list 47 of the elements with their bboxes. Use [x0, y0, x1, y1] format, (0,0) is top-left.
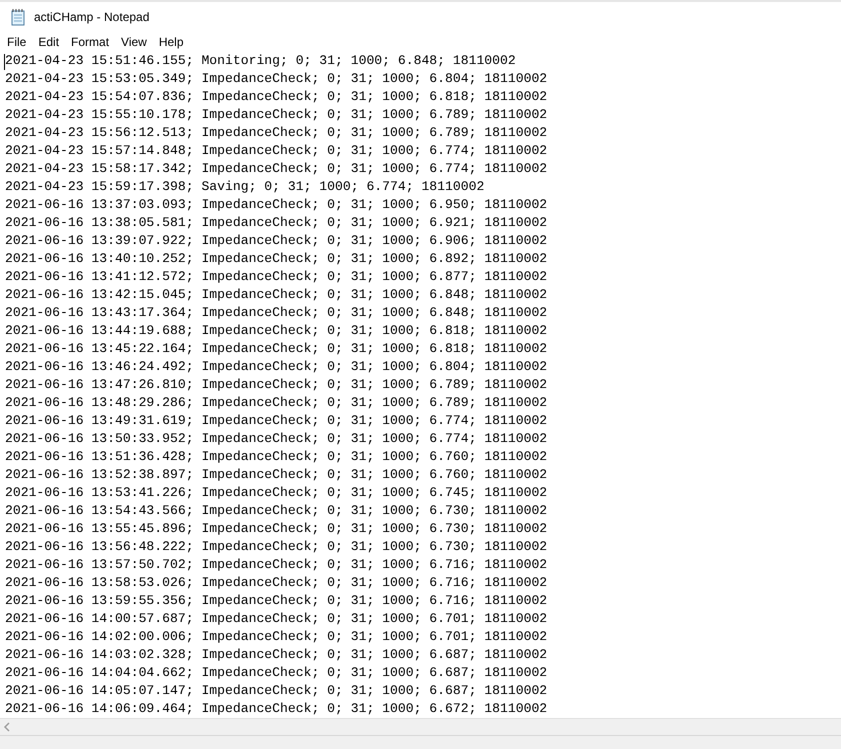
menu-item[interactable]: Help: [152, 33, 190, 51]
text-line: 2021-06-16 13:48:29.286; ImpedanceCheck; 0; 31; 1000; 6.789; 18110002: [5, 394, 548, 412]
text-line: 2021-06-16 13:43:17.364; ImpedanceCheck; 0; 31; 1000; 6.848; 18110002: [5, 304, 548, 322]
text-line: 2021-06-16 14:05:07.147; ImpedanceCheck; 0; 31; 1000; 6.687; 18110002: [5, 682, 548, 700]
text-line: 2021-06-16 13:44:19.688; ImpedanceCheck; 0; 31; 1000; 6.818; 18110002: [5, 322, 548, 340]
text-line: 2021-06-16 13:52:38.897; ImpedanceCheck; 0; 31; 1000; 6.760; 18110002: [5, 466, 548, 484]
text-line: 2021-04-23 15:56:12.513; ImpedanceCheck; 0; 31; 1000; 6.789; 18110002: [5, 124, 548, 142]
notepad-icon: [10, 8, 26, 26]
text-line: 2021-06-16 13:42:15.045; ImpedanceCheck; 0; 31; 1000; 6.848; 18110002: [5, 286, 548, 304]
text-line: 2021-06-16 13:37:03.093; ImpedanceCheck; 0; 31; 1000; 6.950; 18110002: [5, 196, 548, 214]
text-line: 2021-06-16 13:59:55.356; ImpedanceCheck; 0; 31; 1000; 6.716; 18110002: [5, 592, 548, 610]
text-line: 2021-06-16 13:58:53.026; ImpedanceCheck; 0; 31; 1000; 6.716; 18110002: [5, 574, 548, 592]
text-line: 2021-06-16 14:00:57.687; ImpedanceCheck; 0; 31; 1000; 6.701; 18110002: [5, 610, 548, 628]
text-line: 2021-06-16 13:51:36.428; ImpedanceCheck; 0; 31; 1000; 6.760; 18110002: [5, 448, 548, 466]
horizontal-scrollbar[interactable]: [0, 718, 841, 735]
text-line: 2021-06-16 13:57:50.702; ImpedanceCheck; 0; 31; 1000; 6.716; 18110002: [5, 556, 548, 574]
text-line: 2021-04-23 15:58:17.342; ImpedanceCheck; 0; 31; 1000; 6.774; 18110002: [5, 160, 548, 178]
text-line: 2021-06-16 13:54:43.566; ImpedanceCheck; 0; 31; 1000; 6.730; 18110002: [5, 502, 548, 520]
text-line: 2021-06-16 13:50:33.952; ImpedanceCheck; 0; 31; 1000; 6.774; 18110002: [5, 430, 548, 448]
text-line: 2021-04-23 15:53:05.349; ImpedanceCheck; 0; 31; 1000; 6.804; 18110002: [5, 70, 548, 88]
menu-item[interactable]: File: [1, 33, 32, 51]
text-line: 2021-06-16 13:55:45.896; ImpedanceCheck; 0; 31; 1000; 6.730; 18110002: [5, 520, 548, 538]
text-line: 2021-06-16 13:40:10.252; ImpedanceCheck; 0; 31; 1000; 6.892; 18110002: [5, 250, 548, 268]
text-line: 2021-06-16 13:39:07.922; ImpedanceCheck; 0; 31; 1000; 6.906; 18110002: [5, 232, 548, 250]
menu-item[interactable]: Format: [65, 33, 116, 51]
text-line: 2021-06-16 13:49:31.619; ImpedanceCheck; 0; 31; 1000; 6.774; 18110002: [5, 412, 548, 430]
text-line: 2021-06-16 13:38:05.581; ImpedanceCheck; 0; 31; 1000; 6.921; 18110002: [5, 214, 548, 232]
text-line: 2021-04-23 15:51:46.155; Monitoring; 0; 31; 1000; 6.848; 18110002: [5, 52, 516, 70]
text-line: 2021-06-16 14:04:04.662; ImpedanceCheck; 0; 31; 1000; 6.687; 18110002: [5, 664, 548, 682]
text-line: 2021-04-23 15:59:17.398; Saving; 0; 31; 1000; 6.774; 18110002: [5, 178, 484, 196]
text-line: 2021-06-16 14:03:02.328; ImpedanceCheck; 0; 31; 1000; 6.687; 18110002: [5, 646, 548, 664]
text-line: 2021-06-16 13:45:22.164; ImpedanceCheck; 0; 31; 1000; 6.818; 18110002: [5, 340, 548, 358]
text-line: 2021-06-16 13:53:41.226; ImpedanceCheck; 0; 31; 1000; 6.745; 18110002: [5, 484, 548, 502]
window-title: actiCHamp - Notepad: [34, 9, 150, 26]
text-cursor: [4, 54, 5, 70]
text-line: 2021-06-16 13:46:24.492; ImpedanceCheck; 0; 31; 1000; 6.804; 18110002: [5, 358, 548, 376]
text-line: 2021-06-16 14:06:09.464; ImpedanceCheck; 0; 31; 1000; 6.672; 18110002: [5, 700, 548, 718]
scroll-left-icon[interactable]: [3, 722, 11, 732]
text-line: 2021-04-23 15:57:14.848; ImpedanceCheck; 0; 31; 1000; 6.774; 18110002: [5, 142, 548, 160]
text-line: 2021-06-16 13:47:26.810; ImpedanceCheck; 0; 31; 1000; 6.789; 18110002: [5, 376, 548, 394]
text-line: 2021-06-16 13:56:48.222; ImpedanceCheck; 0; 31; 1000; 6.730; 18110002: [5, 538, 548, 556]
menu-item[interactable]: Edit: [32, 33, 66, 51]
text-line: 2021-06-16 14:02:00.006; ImpedanceCheck; 0; 31; 1000; 6.701; 18110002: [5, 628, 548, 646]
text-line: 2021-04-23 15:54:07.836; ImpedanceCheck; 0; 31; 1000; 6.818; 18110002: [5, 88, 548, 106]
menu-item[interactable]: View: [115, 33, 153, 51]
text-line: 2021-04-23 15:55:10.178; ImpedanceCheck; 0; 31; 1000; 6.789; 18110002: [5, 106, 548, 124]
text-line: 2021-06-16 13:41:12.572; ImpedanceCheck; 0; 31; 1000; 6.877; 18110002: [5, 268, 548, 286]
